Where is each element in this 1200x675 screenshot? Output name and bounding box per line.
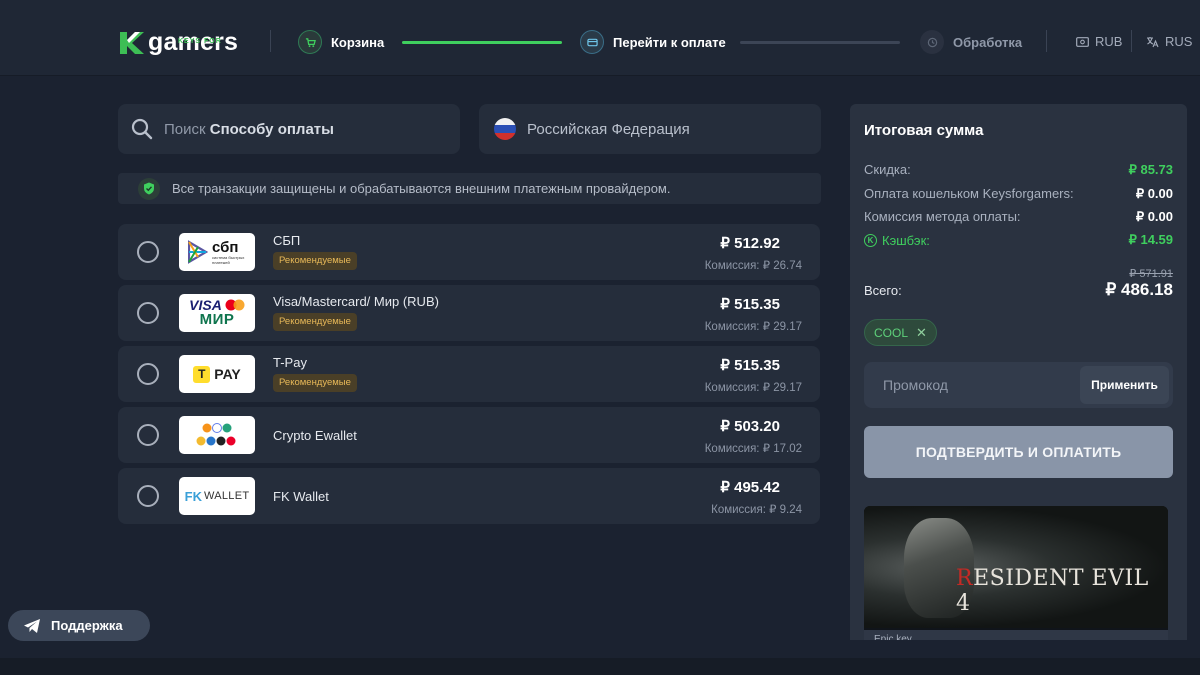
method-price: ₽ 512.92 — [720, 235, 780, 252]
support-label: Поддержка — [51, 618, 123, 633]
country-select[interactable]: Российская Федерация — [479, 104, 821, 154]
method-name: Visa/Mastercard/ Мир (RUB) — [273, 294, 439, 309]
method-fee: Комиссия: ₽ 9.24 — [711, 504, 802, 516]
brand-logo[interactable]: KEYS FOR gamers — [118, 24, 238, 56]
card-icon — [580, 30, 604, 54]
search-placeholder: Поиск Способу оплаты — [164, 120, 334, 138]
security-notice-text: Все транзакции защищены и обрабатываются… — [172, 181, 671, 196]
method-name: Crypto Ewallet — [273, 428, 357, 443]
method-name: СБП — [273, 233, 301, 248]
payment-method-tpay[interactable]: T PAY T-Pay Рекомендуемые ₽ 515.35 Комис… — [118, 346, 820, 402]
total-value: ₽ 486.18 — [1105, 280, 1173, 299]
step-cart[interactable]: Корзина — [298, 30, 384, 54]
currency-label: RUB — [1095, 34, 1123, 49]
brand-tagline: KEYS FOR — [178, 38, 222, 45]
visa-mir-logo: VISA МИР — [179, 294, 255, 332]
payment-method-fk-wallet[interactable]: FK WALLET FK Wallet ₽ 495.42 Комиссия: ₽… — [118, 468, 820, 524]
recommended-badge: Рекомендуемые — [273, 313, 357, 331]
product-card[interactable]: RESIDENT EVIL 4 Epic key — [864, 506, 1168, 640]
remove-coupon-icon[interactable]: ✕ — [916, 325, 927, 341]
summary-row-discount: Скидка: ₽ 85.73 — [864, 162, 1173, 177]
method-radio[interactable] — [137, 302, 159, 324]
step-progress-pending — [740, 41, 900, 44]
currency-selector[interactable]: RUB — [1076, 34, 1122, 49]
language-label: RUS — [1165, 34, 1193, 49]
method-fee: Комиссия: ₽ 29.17 — [704, 382, 802, 394]
recommended-badge: Рекомендуемые — [273, 374, 357, 392]
header-divider — [270, 30, 271, 52]
total-label: Всего: — [864, 283, 902, 298]
product-platform: Epic key — [864, 630, 1168, 640]
method-fee: Комиссия: ₽ 29.17 — [704, 321, 802, 333]
apply-promo-button[interactable]: Применить — [1080, 366, 1169, 404]
money-icon — [1076, 36, 1089, 47]
promo-input[interactable] — [864, 362, 1074, 408]
method-fee: Комиссия: ₽ 26.74 — [704, 260, 802, 272]
old-total: ₽ 571.91 — [1129, 268, 1173, 280]
summary-row-wallet: Оплата кошельком Keysforgamers: ₽ 0.00 — [864, 186, 1173, 201]
method-radio[interactable] — [137, 363, 159, 385]
sbp-logo: сбп система быстрых платежей — [179, 233, 255, 271]
shield-check-icon — [138, 177, 160, 200]
method-radio[interactable] — [137, 424, 159, 446]
crypto-logo — [179, 416, 255, 454]
brand-k-icon — [118, 28, 146, 56]
summary-row-fee: Комиссия метода оплаты: ₽ 0.00 — [864, 209, 1173, 224]
fk-wallet-logo: FK WALLET — [179, 477, 255, 515]
step-processing-label: Обработка — [953, 34, 1023, 50]
language-selector[interactable]: RUS — [1146, 34, 1192, 49]
method-name: FK Wallet — [273, 489, 329, 504]
mastercard-icon — [225, 299, 245, 311]
telegram-icon — [24, 618, 40, 633]
applied-coupon-chip: COOL ✕ — [864, 319, 937, 346]
step-payment[interactable]: Перейти к оплате — [580, 30, 726, 54]
payment-method-cards[interactable]: VISA МИР Visa/Mastercard/ Мир (RUB) Реко… — [118, 285, 820, 341]
coupon-code: COOL — [874, 325, 909, 340]
step-payment-label: Перейти к оплате — [613, 34, 726, 50]
recommended-badge: Рекомендуемые — [273, 252, 357, 270]
header-divider — [1046, 30, 1047, 52]
method-radio[interactable] — [137, 485, 159, 507]
support-button[interactable]: Поддержка — [8, 610, 150, 641]
summary-row-cashback: K Кэшбэк: ₽ 14.59 — [864, 232, 1173, 248]
step-progress-done — [402, 41, 562, 44]
order-summary: Итоговая сумма Скидка: ₽ 85.73 Оплата кош… — [850, 104, 1187, 492]
method-name: T-Pay — [273, 355, 307, 370]
game-cover-image: RESIDENT EVIL 4 — [864, 506, 1168, 628]
security-notice: Все транзакции защищены и обрабатываются… — [118, 173, 821, 204]
header: KEYS FOR gamers Корзина Перейти к оплате… — [0, 0, 1200, 76]
method-fee: Комиссия: ₽ 17.02 — [704, 443, 802, 455]
method-price: ₽ 515.35 — [720, 296, 780, 313]
translate-icon — [1147, 36, 1159, 47]
method-price: ₽ 515.35 — [720, 357, 780, 374]
russia-flag-icon — [494, 118, 516, 140]
country-value: Российская Федерация — [527, 120, 690, 138]
method-price: ₽ 503.20 — [720, 418, 780, 435]
clock-icon — [920, 30, 944, 54]
payment-search-input[interactable]: Поиск Способу оплаты — [118, 104, 460, 154]
confirm-pay-button[interactable]: ПОДТВЕРДИТЬ И ОПЛАТИТЬ — [864, 426, 1173, 478]
method-price: ₽ 495.42 — [720, 479, 780, 496]
payment-method-crypto[interactable]: Crypto Ewallet ₽ 503.20 Комиссия: ₽ 17.0… — [118, 407, 820, 463]
cashback-icon: K — [864, 233, 877, 247]
step-cart-label: Корзина — [331, 34, 385, 50]
search-icon — [131, 118, 153, 140]
payment-method-sbp[interactable]: сбп система быстрых платежей СБП Рекомен… — [118, 224, 820, 280]
bottom-bar — [0, 658, 1200, 675]
summary-title: Итоговая сумма — [864, 122, 984, 139]
header-divider — [1131, 30, 1132, 52]
method-radio[interactable] — [137, 241, 159, 263]
tpay-logo: T PAY — [179, 355, 255, 393]
cart-icon — [298, 30, 322, 54]
product-panel: RESIDENT EVIL 4 Epic key — [850, 492, 1187, 640]
game-cover-title: RESIDENT EVIL 4 — [956, 566, 1149, 616]
promo-field: Применить — [864, 362, 1173, 408]
step-processing: Обработка — [920, 30, 1022, 54]
